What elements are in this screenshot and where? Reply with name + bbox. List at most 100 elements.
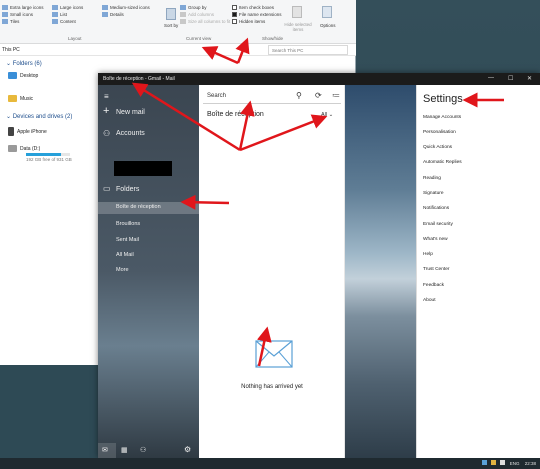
mail-title-bar: Boîte de réception - Gmail - Mail — ☐ ✕ [98, 73, 540, 85]
resize-icon [180, 19, 186, 25]
device-item-data-drive[interactable]: Data (D:) [8, 145, 40, 152]
calendar-icon[interactable]: ▦ [121, 446, 128, 454]
folders-section-header[interactable]: ⌄ Folders (6) [6, 60, 42, 67]
checkbox[interactable] [232, 5, 237, 11]
volume-icon[interactable] [500, 460, 506, 465]
folder-item-sent[interactable]: Sent Mail [116, 237, 139, 243]
hide-selected-icon[interactable] [292, 6, 302, 18]
language-indicator[interactable]: ENG [510, 461, 520, 466]
hidden-items-toggle[interactable]: Hidden items [232, 19, 265, 25]
settings-gear-icon[interactable]: ⚙ [184, 445, 191, 454]
item-checkboxes-toggle[interactable]: Item check boxes [232, 5, 274, 11]
accounts-button[interactable]: Accounts [116, 130, 145, 137]
group-icon [180, 5, 186, 11]
folder-icon[interactable]: ▭ [103, 184, 111, 193]
settings-item-feedback[interactable]: Feedback [423, 283, 444, 288]
chevron-down-icon: ⌄ [6, 114, 13, 120]
hamburger-menu-icon[interactable]: ≡ [104, 92, 109, 101]
navigation-pane: ≡ + New mail ⚇ Accounts ▭ Folders Boîte … [98, 85, 199, 458]
folder-item-all-mail[interactable]: All Mail [116, 252, 134, 258]
add-columns-button[interactable]: Add columns [180, 12, 214, 18]
hide-selected-button[interactable]: Hide selected items [284, 22, 312, 32]
account-entry[interactable] [114, 161, 172, 176]
message-list-pane: Search ⚲ ⟳ ≔ Boîte de réception All ⌄ No… [199, 85, 345, 458]
folder-item-inbox[interactable]: Boîte de réception [116, 204, 161, 210]
layout-option[interactable]: Small icons [2, 12, 33, 18]
layout-option[interactable]: Tiles [2, 19, 19, 25]
mail-search-input[interactable]: Search ⚲ ⟳ ≔ [203, 90, 341, 104]
settings-item-help[interactable]: Help [423, 252, 433, 257]
search-this-pc-input[interactable]: Search This PC [268, 45, 348, 55]
search-icon[interactable]: ⚲ [296, 91, 302, 100]
drive-free-space: 192 GB free of 931 GB [26, 157, 72, 162]
folder-item-more[interactable]: More [116, 267, 129, 273]
select-mode-icon[interactable]: ≔ [332, 91, 340, 100]
chevron-down-icon: ⌄ [328, 112, 334, 118]
sort-by-button[interactable]: Sort by [164, 23, 178, 28]
close-icon[interactable]: ✕ [527, 75, 532, 82]
view-icon [2, 5, 8, 11]
view-icon [2, 19, 8, 25]
network-icon[interactable] [481, 460, 487, 465]
settings-item-automatic-replies[interactable]: Automatic Replies [423, 160, 462, 165]
system-tray[interactable]: ENG 22:38 [481, 460, 536, 466]
checkbox[interactable] [232, 19, 237, 25]
people-icon[interactable]: ⚇ [140, 446, 146, 454]
folders-button[interactable]: Folders [116, 186, 139, 193]
settings-item-about[interactable]: About [423, 298, 436, 303]
options-button[interactable]: Options [320, 23, 336, 28]
folder-item-music[interactable]: Music [8, 95, 33, 102]
drive-usage-bar [26, 153, 70, 156]
minimize-icon[interactable]: — [488, 75, 494, 81]
layout-option[interactable]: Medium-sized icons [102, 5, 150, 11]
address-bar[interactable]: This PC Search This PC [0, 44, 356, 56]
view-icon [52, 19, 58, 25]
tray-app-icon[interactable] [491, 460, 497, 465]
file-extensions-toggle[interactable]: File name extensions [232, 12, 282, 18]
view-icon [52, 5, 58, 11]
nav-bottom-bar: ✉ ▦ ⚇ ⚙ [98, 443, 199, 458]
maximize-icon[interactable]: ☐ [508, 75, 513, 82]
settings-item-quick-actions[interactable]: Quick Actions [423, 145, 452, 150]
view-icon [2, 12, 8, 18]
settings-item-trust-center[interactable]: Trust Center [423, 267, 449, 272]
settings-item-email-security[interactable]: Email security [423, 222, 453, 227]
music-folder-icon [8, 95, 17, 102]
layout-group-label: Layout [68, 36, 82, 41]
size-columns-button[interactable]: Size all columns to fit [180, 19, 230, 25]
view-icon [102, 12, 108, 18]
person-icon[interactable]: ⚇ [103, 129, 110, 138]
settings-item-signature[interactable]: Signature [423, 191, 444, 196]
settings-item-manage-accounts[interactable]: Manage Accounts [423, 115, 461, 120]
add-icon[interactable]: + [103, 105, 109, 117]
folder-item-drafts[interactable]: Brouillons [116, 221, 140, 227]
settings-pane: Settings Manage Accounts Personalisation… [416, 85, 540, 458]
settings-item-notifications[interactable]: Notifications [423, 206, 449, 211]
sync-icon[interactable]: ⟳ [315, 91, 322, 100]
sort-by-icon[interactable] [166, 8, 176, 20]
layout-option[interactable]: List [52, 12, 67, 18]
phone-icon [8, 127, 14, 136]
group-by-button[interactable]: Group by [180, 5, 207, 11]
chevron-down-icon: ⌄ [6, 61, 13, 67]
view-icon [102, 5, 108, 11]
clock[interactable]: 22:38 [525, 461, 536, 466]
checkbox[interactable] [232, 12, 237, 18]
folder-item-desktop[interactable]: Desktop [8, 72, 38, 79]
options-icon[interactable] [322, 6, 332, 18]
layout-option[interactable]: Content [52, 19, 76, 25]
new-mail-button[interactable]: New mail [116, 109, 145, 116]
view-icon [52, 12, 58, 18]
empty-inbox-message: Nothing has arrived yet [241, 384, 303, 390]
settings-item-reading[interactable]: Reading [423, 176, 441, 181]
settings-item-personalisation[interactable]: Personalisation [423, 130, 456, 135]
filter-dropdown[interactable]: All ⌄ [321, 112, 333, 118]
layout-option[interactable]: Extra large icons [2, 5, 44, 11]
settings-item-whats-new[interactable]: What's new [423, 237, 448, 242]
folder-title: Boîte de réception [207, 111, 264, 118]
mail-icon[interactable]: ✉ [102, 446, 108, 454]
device-item-iphone[interactable]: Apple iPhone [8, 127, 47, 136]
devices-section-header[interactable]: ⌄ Devices and drives (2) [6, 113, 72, 120]
layout-option[interactable]: Large icons [52, 5, 83, 11]
layout-option[interactable]: Details [102, 12, 124, 18]
